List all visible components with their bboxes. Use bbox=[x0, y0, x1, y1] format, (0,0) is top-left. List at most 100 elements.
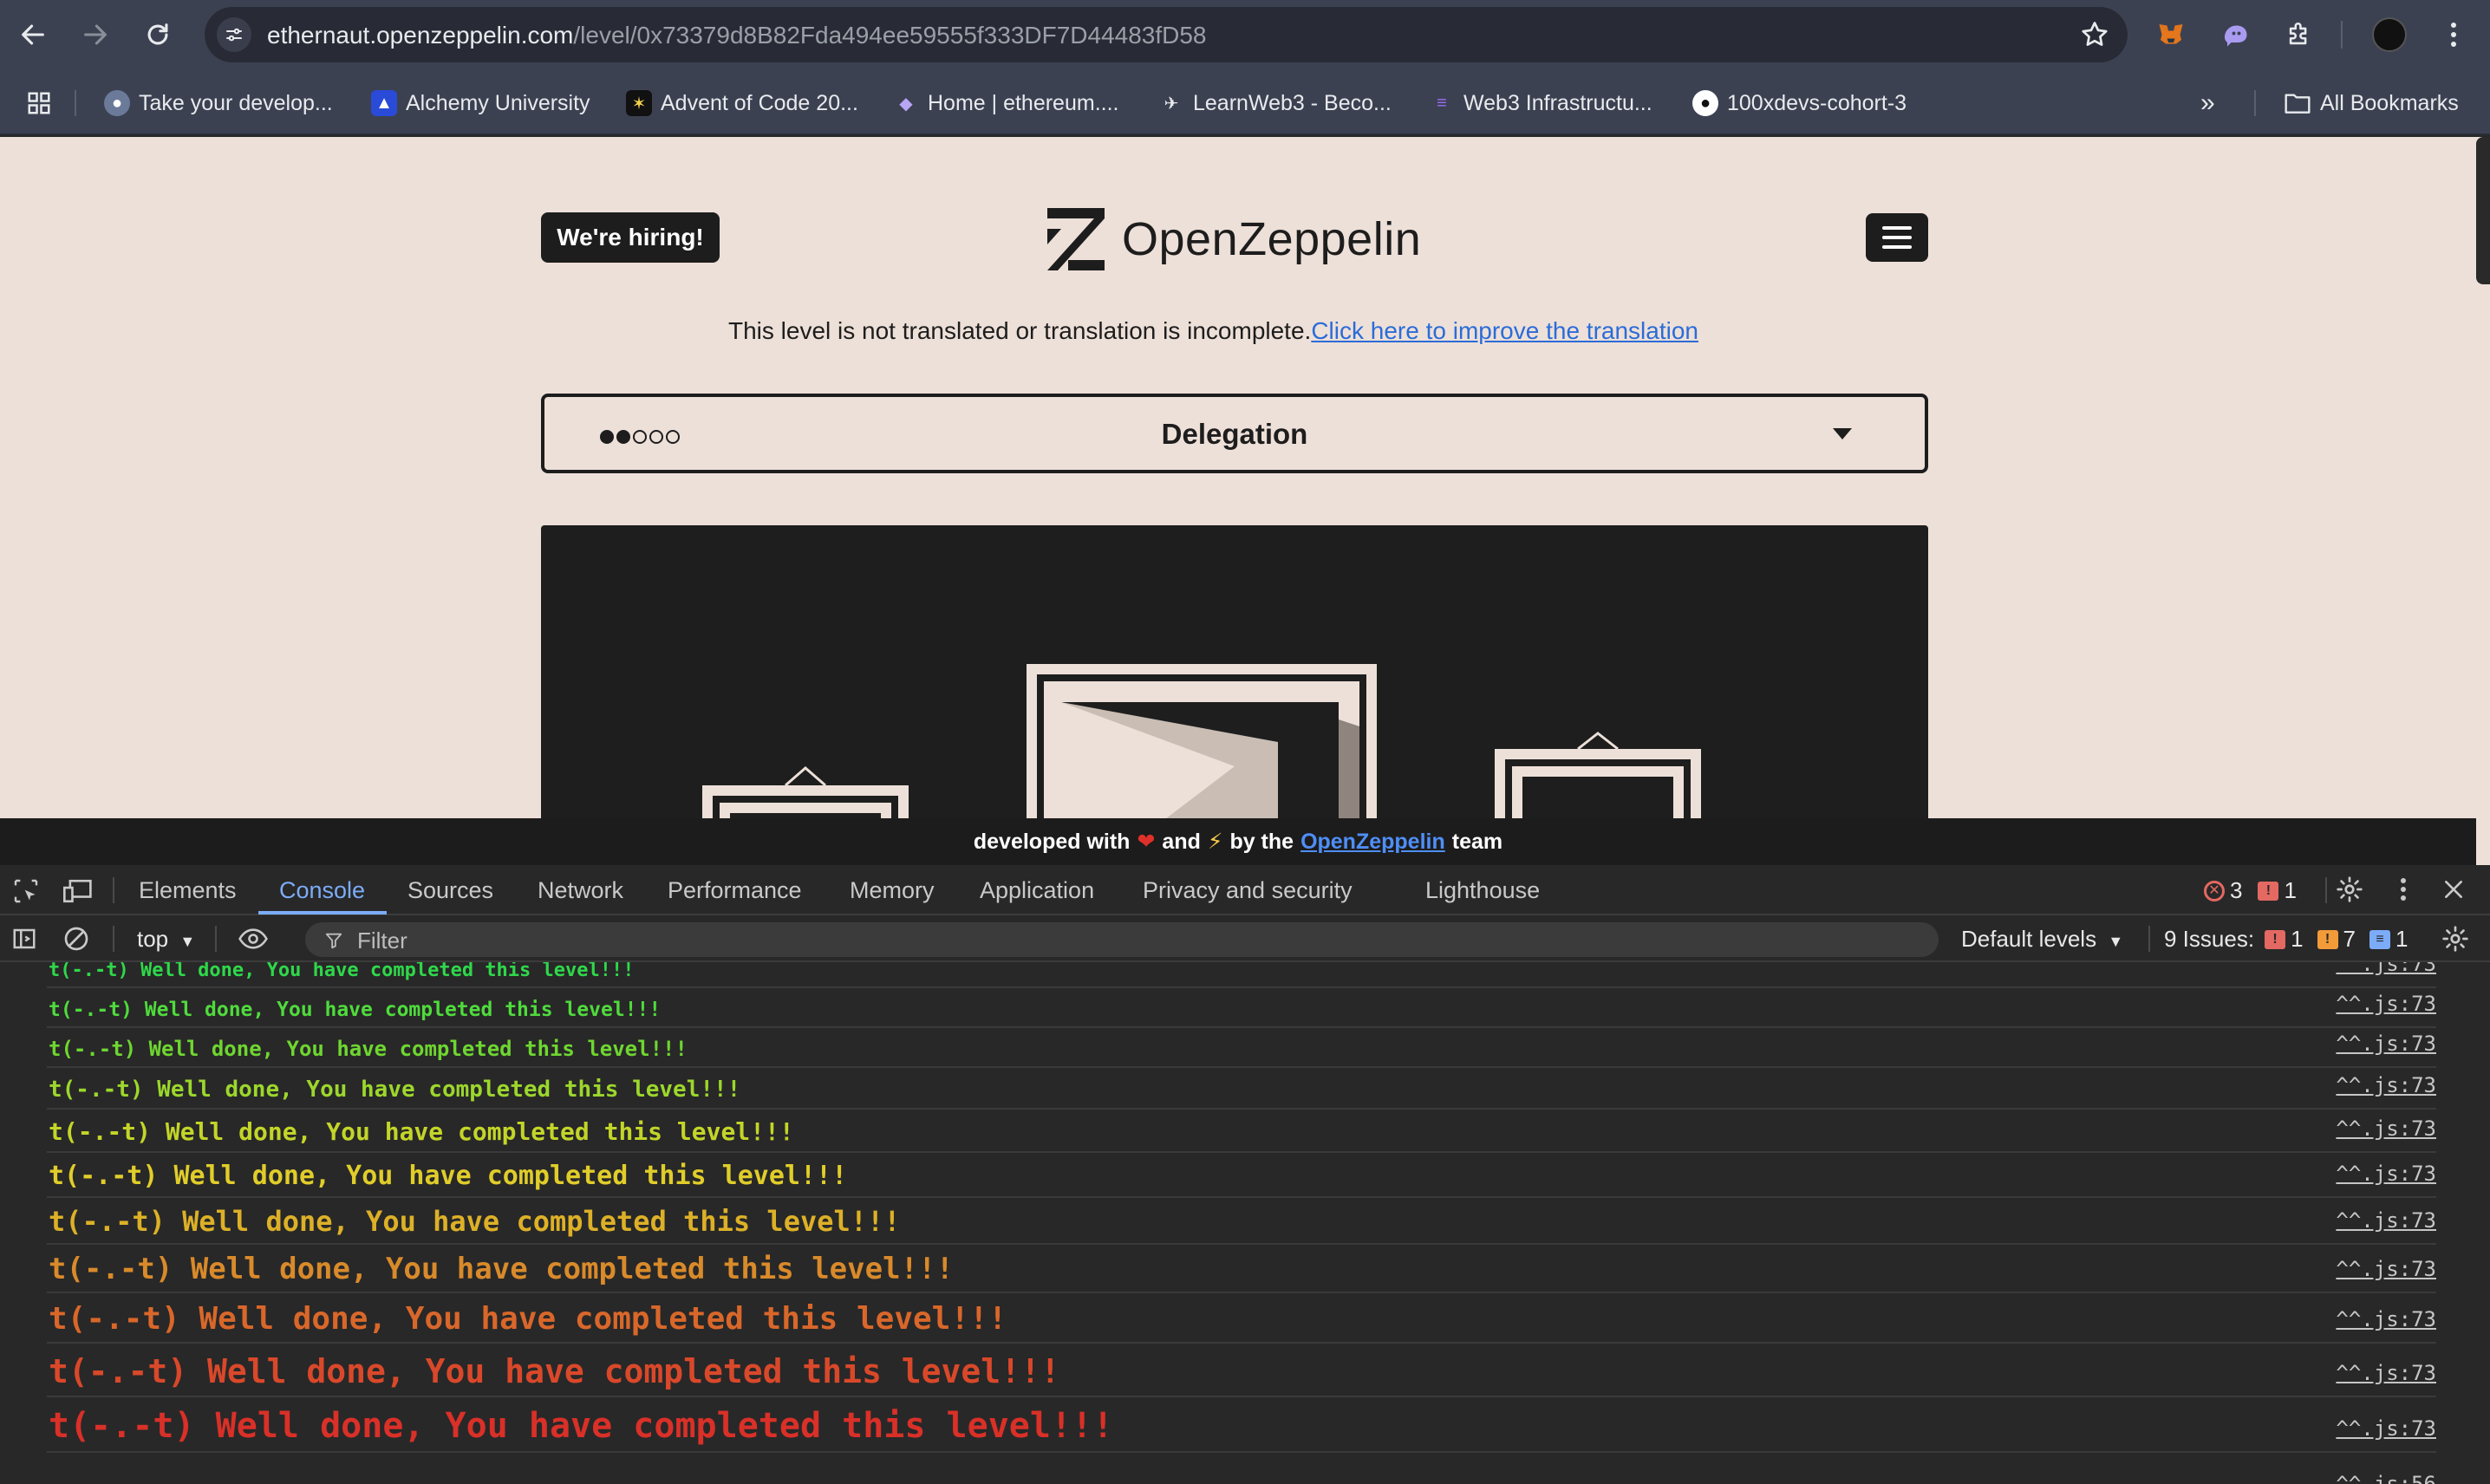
extensions-puzzle-icon[interactable] bbox=[2282, 17, 2317, 52]
console-message: t(-.-t) Well done, You have completed th… bbox=[49, 1252, 954, 1286]
console-log-row: t(-.-t) Well done, You have completed th… bbox=[47, 1399, 2436, 1453]
issues-info-count: 1 bbox=[2395, 926, 2409, 952]
apps-button[interactable] bbox=[26, 88, 52, 118]
issue-info-icon: ≡ bbox=[2369, 929, 2390, 949]
sidebar-toggle-icon[interactable] bbox=[9, 923, 40, 954]
back-arrow-icon bbox=[22, 24, 44, 45]
context-selector[interactable]: top ▼ bbox=[137, 926, 195, 953]
address-bar[interactable]: ethernaut.openzeppelin.com/level/0x73379… bbox=[205, 7, 2128, 62]
console-source-link[interactable]: ^^.js:73 bbox=[2336, 1307, 2436, 1331]
bookmark-item[interactable]: ● 100xdevs-cohort-3 bbox=[1692, 88, 1907, 118]
footer-by-the: by the bbox=[1229, 829, 1294, 854]
openzeppelin-footer-link[interactable]: OpenZeppelin bbox=[1300, 830, 1445, 855]
tab-performance[interactable]: Performance bbox=[668, 877, 802, 904]
filter-placeholder: Filter bbox=[357, 928, 407, 954]
profile-avatar[interactable] bbox=[2372, 17, 2407, 52]
console-source-link[interactable]: ^^.js:73 bbox=[2336, 1257, 2436, 1281]
settings-gear-icon[interactable] bbox=[2334, 874, 2365, 905]
issues-counter[interactable]: 9 Issues: ! 1 ! 7 ≡ 1 bbox=[2164, 926, 2408, 953]
console-source-link[interactable]: ^^.js:73 bbox=[2336, 1162, 2436, 1186]
tab-privacy-security[interactable]: Privacy and security bbox=[1143, 877, 1353, 904]
bookmark-item[interactable]: ≡ Web3 Infrastructu... bbox=[1429, 88, 1652, 118]
tab-application[interactable]: Application bbox=[980, 877, 1094, 904]
console-message: t(-.-t) Well done, You have completed th… bbox=[49, 1301, 1007, 1337]
console-settings-gear-icon[interactable] bbox=[2440, 923, 2471, 954]
reload-button[interactable] bbox=[135, 12, 180, 57]
avatar-icon: ● bbox=[104, 90, 130, 116]
apps-grid-icon bbox=[28, 92, 50, 114]
close-devtools-icon[interactable] bbox=[2438, 874, 2469, 905]
tab-memory[interactable]: Memory bbox=[850, 877, 935, 904]
device-toolbar-icon[interactable] bbox=[62, 875, 94, 907]
browser-toolbar: ethernaut.openzeppelin.com/level/0x73379… bbox=[0, 0, 2490, 69]
console-message: t(-.-t) Well done, You have completed th… bbox=[49, 1077, 741, 1103]
browser-menu-icon[interactable] bbox=[2436, 17, 2471, 52]
console-filter-input[interactable]: Filter bbox=[305, 922, 1939, 957]
url-text[interactable]: ethernaut.openzeppelin.com/level/0x73379… bbox=[267, 22, 1207, 49]
level-selector[interactable]: Delegation bbox=[541, 394, 1928, 473]
console-source-link[interactable]: ^^.js:73 bbox=[2336, 1032, 2436, 1056]
console-source-link[interactable]: ^^.js:73 bbox=[2336, 962, 2436, 976]
inspect-element-icon[interactable] bbox=[10, 875, 42, 907]
console-source-link[interactable]: ^^.js:73 bbox=[2336, 1116, 2436, 1141]
all-bookmarks-button[interactable]: All Bookmarks bbox=[2284, 88, 2459, 118]
console-source-link[interactable]: ^^.js:73 bbox=[2336, 992, 2436, 1016]
tab-elements[interactable]: Elements bbox=[139, 877, 237, 904]
ethereum-icon: ◆ bbox=[899, 94, 913, 114]
console-source-link[interactable]: ^^.js:73 bbox=[2336, 1361, 2436, 1385]
improve-translation-link[interactable]: Click here to improve the translation bbox=[1311, 317, 1698, 344]
more-bookmarks-button[interactable]: » bbox=[2200, 88, 2215, 118]
bookmark-star-icon[interactable] bbox=[2079, 19, 2110, 50]
clear-console-icon[interactable] bbox=[61, 923, 92, 954]
console-message: t(-.-t) Well done, You have completed th… bbox=[49, 1037, 688, 1061]
learnweb3-icon: ✈ bbox=[1164, 94, 1179, 114]
console-log-row: t(-.-t) Well done, You have completed th… bbox=[47, 1068, 2436, 1110]
openzeppelin-logo[interactable]: OpenZeppelin bbox=[1047, 208, 1421, 270]
ghost-extension-icon[interactable] bbox=[2218, 17, 2252, 52]
page-scrollbar-thumb[interactable] bbox=[2476, 137, 2490, 284]
bookmark-item[interactable]: ✈ LearnWeb3 - Beco... bbox=[1158, 88, 1392, 118]
console-source-link[interactable]: ^^.js:73 bbox=[2336, 1073, 2436, 1097]
console-source-link[interactable]: ^^.js:73 bbox=[2336, 1208, 2436, 1233]
console-log-row: t(-.-t) Well done, You have completed th… bbox=[47, 1198, 2436, 1245]
bookmarks-bar: ● Take your develop... ▲ Alchemy Univers… bbox=[0, 69, 2490, 135]
footer-prefix: developed with bbox=[973, 829, 1131, 854]
error-warning-counter[interactable]: ✕ 3 ! 1 bbox=[2204, 877, 2297, 904]
forward-button[interactable] bbox=[73, 12, 118, 57]
bookmark-item[interactable]: ▲ Alchemy University bbox=[371, 88, 590, 118]
bookmark-item[interactable]: ◆ Home | ethereum.... bbox=[893, 88, 1118, 118]
site-info-icon[interactable] bbox=[217, 17, 251, 52]
error-icon: ✕ bbox=[2204, 880, 2225, 901]
issues-label: 9 Issues: bbox=[2164, 926, 2255, 952]
lightning-icon: ⚡ bbox=[1207, 830, 1223, 854]
notice-text: This level is not translated or translat… bbox=[728, 317, 1312, 344]
picture-frames-illustration bbox=[702, 664, 1701, 818]
tab-network[interactable]: Network bbox=[538, 877, 623, 904]
issues-warning-count: 7 bbox=[2343, 926, 2356, 952]
console-log-row: t(-.-t) Well done, You have completed th… bbox=[47, 1153, 2436, 1198]
console-message: t(-.-t) Well done, You have completed th… bbox=[49, 1205, 901, 1238]
console-source-link[interactable]: ^^.js:73 bbox=[2336, 1416, 2436, 1441]
console-source-link[interactable]: ^^.js:56 bbox=[2336, 1472, 2436, 1484]
tab-sources[interactable]: Sources bbox=[407, 877, 493, 904]
menu-button[interactable] bbox=[1866, 213, 1928, 262]
metamask-extension-icon[interactable] bbox=[2154, 17, 2188, 52]
log-levels-dropdown[interactable]: Default levels ▼ bbox=[1961, 926, 2123, 953]
console-log-row: t(-.-t) Well done, You have completed th… bbox=[47, 1293, 2436, 1344]
tab-console[interactable]: Console bbox=[279, 877, 365, 904]
devtools-more-icon[interactable] bbox=[2388, 874, 2419, 905]
warning-count: 1 bbox=[2284, 877, 2297, 903]
hiring-button[interactable]: We're hiring! bbox=[541, 212, 720, 263]
bookmark-item[interactable]: ✶ Advent of Code 20... bbox=[626, 88, 858, 118]
tab-lighthouse[interactable]: Lighthouse bbox=[1425, 877, 1540, 904]
bookmark-item[interactable]: ● Take your develop... bbox=[104, 88, 333, 118]
active-tab-indicator bbox=[258, 911, 387, 914]
live-expression-eye-icon[interactable] bbox=[238, 923, 269, 954]
dropdown-caret-icon: ▼ bbox=[2108, 933, 2124, 950]
back-button[interactable] bbox=[10, 12, 55, 57]
page-footer: developed with ❤ and ⚡ by the OpenZeppel… bbox=[0, 818, 2476, 865]
console-toolbar: top ▼ Filter Default levels ▼ 9 Issues: … bbox=[0, 915, 2490, 962]
console-message: t(-.-t) Well done, You have completed th… bbox=[49, 1117, 794, 1146]
console-log-row: ^^.js:56 bbox=[47, 1468, 2436, 1484]
alchemy-icon: ▲ bbox=[371, 90, 397, 116]
